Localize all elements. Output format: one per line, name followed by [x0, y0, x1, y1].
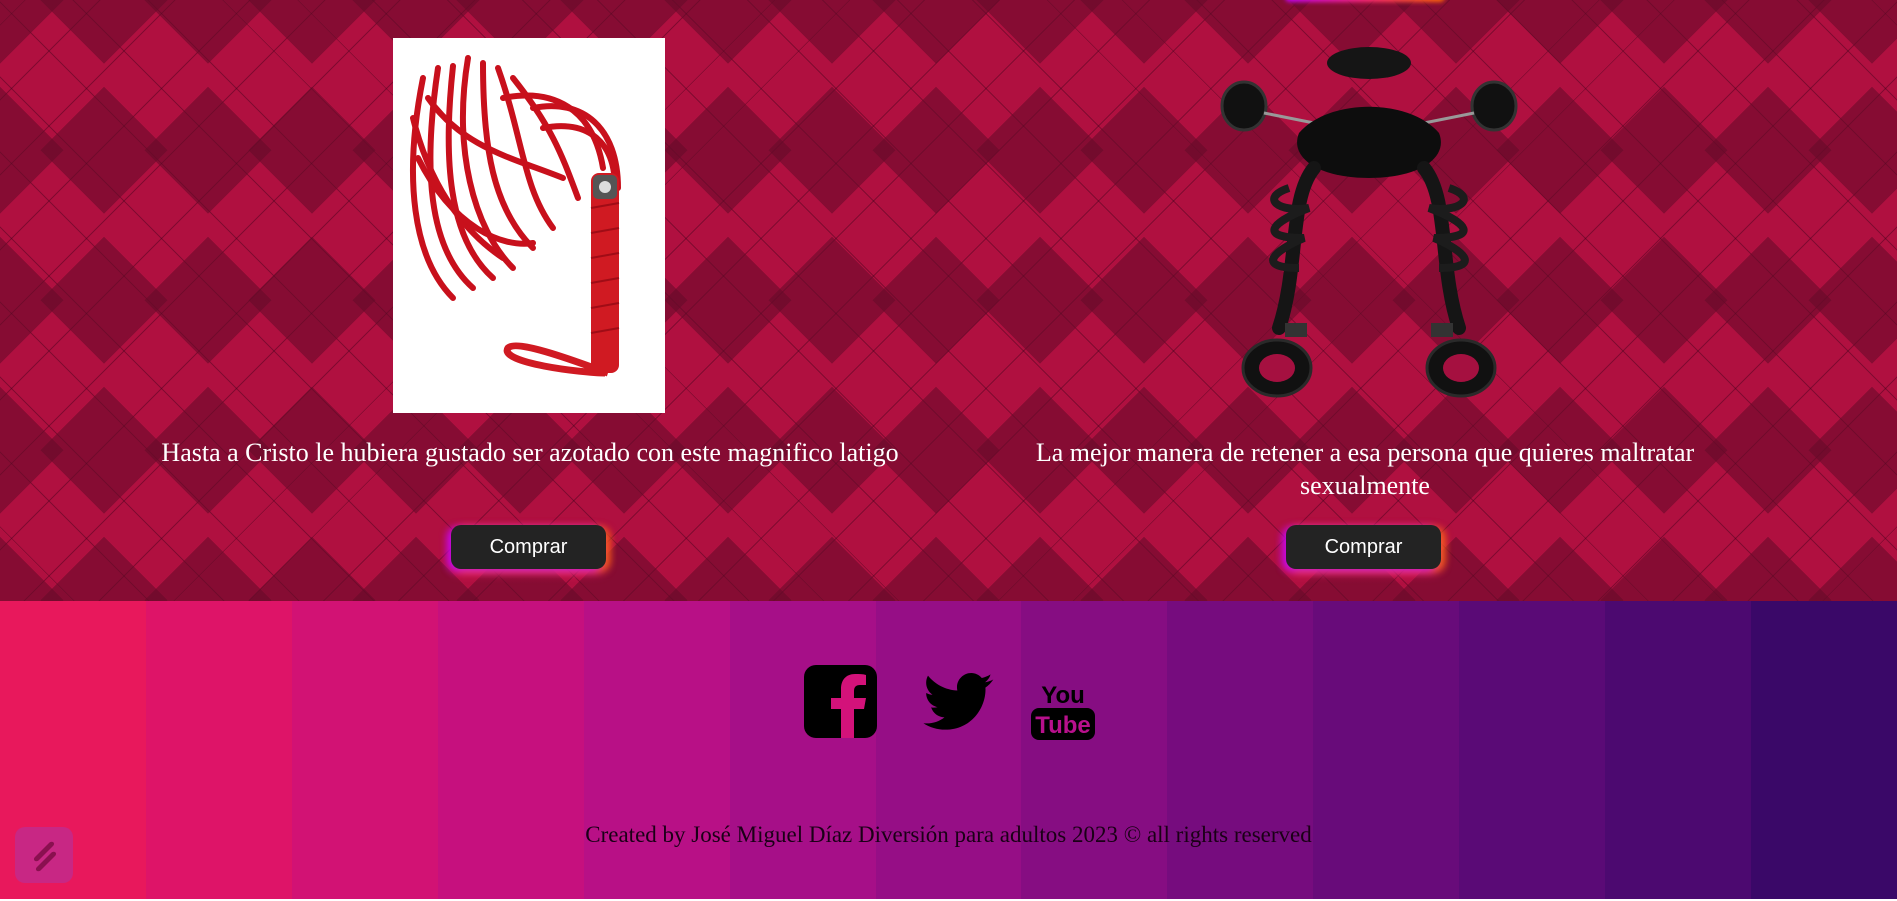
- youtube-text-top: You: [1041, 682, 1085, 709]
- footer-band: [1605, 601, 1752, 900]
- product-card: Hasta a Cristo le hubiera gustado ser az…: [140, 0, 920, 601]
- facebook-icon[interactable]: [804, 665, 877, 738]
- flogger-image: [410, 55, 621, 377]
- footer-band: [1459, 601, 1606, 900]
- footer-band: [583, 601, 730, 900]
- buy-button[interactable]: Comprar: [451, 525, 606, 569]
- footer-band: [729, 601, 876, 900]
- restraints-image: [1220, 47, 1518, 398]
- floating-action-button[interactable]: [15, 827, 73, 883]
- footer-band: [1167, 601, 1314, 900]
- page: Hasta a Cristo le hubiera gustado ser az…: [0, 0, 1897, 901]
- footer-band: [437, 601, 584, 900]
- social-links: You Tube: [0, 665, 1897, 745]
- product-description: Hasta a Cristo le hubiera gustado ser az…: [161, 438, 899, 467]
- products-section: Hasta a Cristo le hubiera gustado ser az…: [0, 0, 1897, 601]
- footer: [0, 601, 1897, 900]
- footer-band: [875, 601, 1022, 900]
- footer-band: [1021, 601, 1168, 900]
- footer-band: [291, 601, 438, 900]
- youtube-text-bottom: Tube: [1035, 712, 1091, 739]
- product-card: La mejor manera de retener a esa persona…: [975, 0, 1755, 601]
- footer-band: [1313, 601, 1460, 900]
- buy-button[interactable]: Comprar: [1286, 525, 1441, 569]
- twitter-icon[interactable]: [922, 673, 994, 733]
- product-image-flogger[interactable]: [393, 38, 665, 413]
- product-image-restraints[interactable]: [1219, 38, 1518, 413]
- lightning-logo-icon: [33, 841, 57, 872]
- footer-band: [1751, 601, 1897, 900]
- product-description: La mejor manera de retener a esa persona…: [1035, 438, 1695, 500]
- youtube-icon[interactable]: You Tube: [1030, 681, 1096, 741]
- footer-band: [145, 601, 292, 900]
- copyright-text: Created by José Miguel Díaz Diversión pa…: [585, 822, 1312, 847]
